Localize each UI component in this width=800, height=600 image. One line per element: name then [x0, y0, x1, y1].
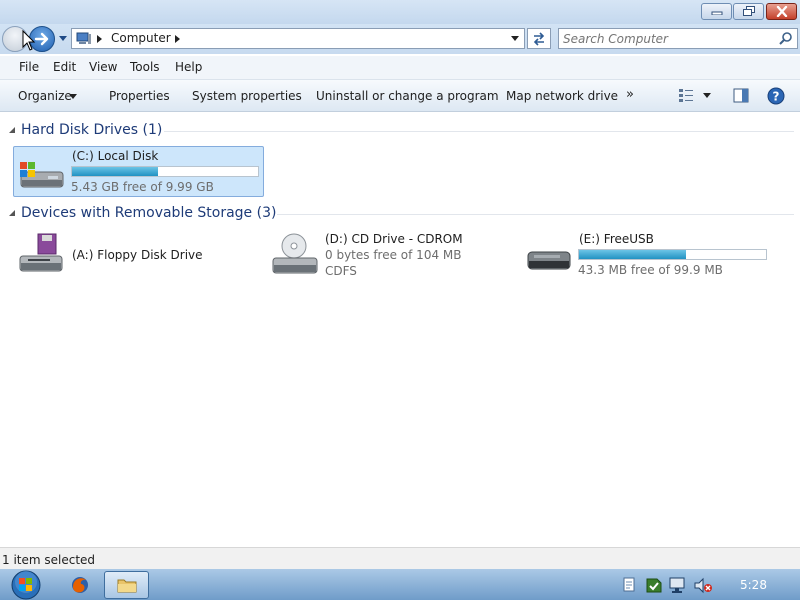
drive-c-free-space: 5.43 GB free of 9.99 GB [71, 180, 214, 194]
clock[interactable]: 5:28 [740, 578, 767, 592]
drive-d-free-space: 0 bytes free of 104 MB [325, 248, 462, 262]
search-input[interactable] [563, 31, 773, 46]
uninstall-program-button[interactable]: Uninstall or change a program [316, 89, 499, 103]
drive-c-usage-fill [72, 167, 158, 176]
drive-e-usage-fill [579, 250, 686, 259]
map-network-drive-button[interactable]: Map network drive [506, 89, 618, 103]
group-title-hard-disk-drives[interactable]: Hard Disk Drives (1) [21, 122, 162, 138]
breadcrumb-chevron-icon[interactable] [97, 35, 103, 43]
menu-file[interactable]: File [19, 60, 39, 74]
title-bar [0, 0, 800, 24]
drive-e-name[interactable]: (E:) FreeUSB [579, 232, 654, 246]
usb-drive-icon[interactable] [524, 246, 574, 276]
minimize-button[interactable] [701, 3, 732, 20]
close-icon [776, 6, 787, 17]
start-button[interactable] [5, 569, 45, 600]
status-text: 1 item selected [2, 553, 96, 567]
breadcrumb-computer[interactable]: Computer [111, 31, 171, 45]
properties-button[interactable]: Properties [109, 89, 170, 103]
status-bar: 1 item selected [0, 547, 800, 569]
drive-e-free-space: 43.3 MB free of 99.9 MB [578, 263, 723, 277]
close-button[interactable] [766, 3, 797, 20]
menu-tools[interactable]: Tools [130, 60, 160, 74]
hard-drive-icon [20, 162, 64, 188]
search-box[interactable] [558, 28, 798, 49]
drive-e-usage-bar [578, 249, 767, 260]
system-properties-button[interactable]: System properties [192, 89, 302, 103]
network-icon[interactable] [668, 577, 688, 594]
drive-a-name[interactable]: (A:) Floppy Disk Drive [72, 248, 203, 262]
address-bar[interactable]: Computer [71, 28, 525, 49]
drive-c-name: (C:) Local Disk [72, 149, 159, 163]
group-title-removable-storage[interactable]: Devices with Removable Storage (3) [21, 205, 276, 221]
folder-icon [117, 579, 137, 593]
help-icon[interactable]: ? [767, 87, 785, 105]
mouse-cursor-icon [22, 30, 36, 51]
restore-icon [742, 6, 755, 16]
computer-icon [76, 32, 91, 44]
search-icon[interactable] [779, 31, 794, 46]
group-divider [164, 131, 794, 132]
minimize-icon [711, 11, 722, 15]
svg-text:?: ? [773, 90, 780, 104]
action-center-icon[interactable] [645, 577, 663, 594]
notification-document-icon[interactable] [622, 577, 636, 593]
address-history-dropdown-icon[interactable] [511, 36, 520, 42]
change-view-icon[interactable] [678, 88, 694, 103]
breadcrumb-chevron-icon[interactable] [175, 35, 181, 43]
refresh-icon [533, 31, 545, 46]
menu-help[interactable]: Help [175, 60, 202, 74]
drive-d-filesystem: CDFS [325, 264, 357, 278]
menu-view[interactable]: View [89, 60, 117, 74]
floppy-drive-icon[interactable] [16, 232, 66, 276]
view-options-dropdown-icon[interactable] [703, 93, 712, 99]
drive-d-name[interactable]: (D:) CD Drive - CDROM [325, 232, 463, 246]
preview-pane-icon[interactable] [733, 88, 749, 103]
volume-muted-icon[interactable] [693, 577, 713, 594]
forward-arrow-icon [34, 32, 49, 46]
organize-button[interactable]: Organize [18, 89, 72, 103]
more-commands-button[interactable]: » [626, 87, 634, 102]
menu-bar [0, 56, 800, 80]
taskbar-windows-explorer[interactable] [104, 571, 149, 599]
refresh-button[interactable] [527, 28, 551, 49]
collapse-group-icon[interactable] [8, 126, 16, 134]
group-divider [277, 214, 794, 215]
firefox-icon[interactable] [70, 575, 90, 595]
recent-pages-dropdown-icon[interactable] [58, 33, 68, 43]
restore-button[interactable] [733, 3, 764, 20]
organize-dropdown-icon[interactable] [69, 94, 78, 100]
menu-edit[interactable]: Edit [53, 60, 76, 74]
cd-drive-icon[interactable] [270, 232, 322, 278]
drive-c-usage-bar [71, 166, 259, 177]
collapse-group-icon[interactable] [8, 209, 16, 217]
